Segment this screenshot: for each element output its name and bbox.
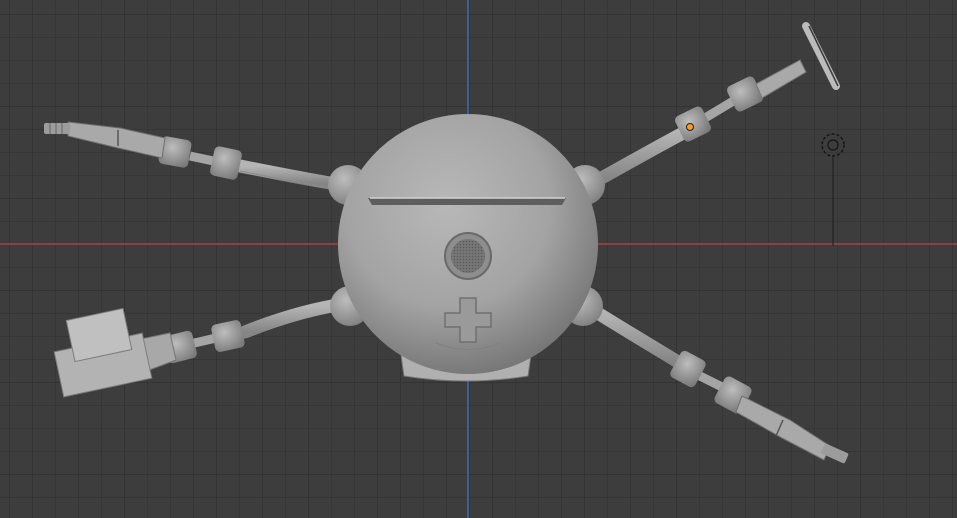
- scene-canvas[interactable]: [0, 0, 957, 518]
- leg-lower-right[interactable]: [589, 305, 849, 464]
- leg-upper-left[interactable]: [44, 121, 337, 190]
- light-object[interactable]: [821, 133, 845, 246]
- origin-point[interactable]: [686, 123, 694, 131]
- leg-lower-left[interactable]: [53, 299, 339, 398]
- 3d-viewport[interactable]: [0, 0, 957, 518]
- leg-upper-right[interactable]: [591, 22, 840, 187]
- robot-sphere-body[interactable]: [328, 114, 605, 382]
